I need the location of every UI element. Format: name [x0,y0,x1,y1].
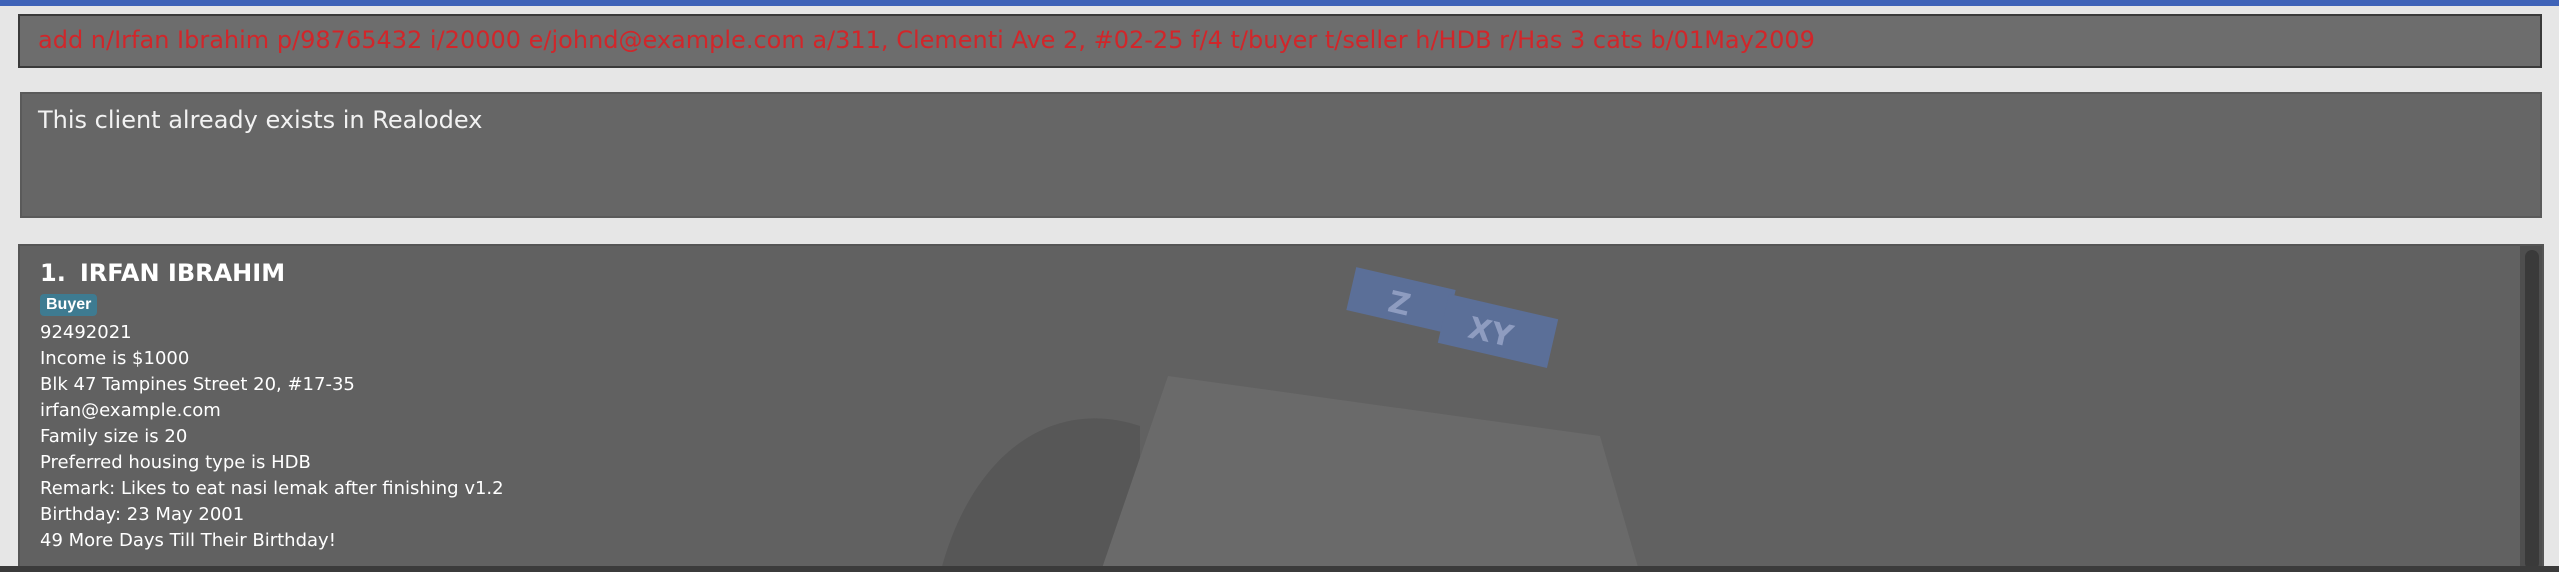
list-scrollbar[interactable] [2520,246,2542,570]
client-birthday: Birthday: 23 May 2001 [40,504,245,525]
client-birthday-countdown: 49 More Days Till Their Birthday! [40,530,336,551]
client-remark: Remark: Likes to eat nasi lemak after fi… [40,478,504,499]
bottom-edge [0,566,2559,572]
command-input[interactable]: add n/Irfan Ibrahim p/98765432 i/20000 e… [38,26,1815,54]
client-name-row: 1. IRFAN IBRAHIM [40,258,504,288]
window-top-accent [0,0,2559,6]
result-display: This client already exists in Realodex [20,92,2542,218]
client-income: Income is $1000 [40,348,190,369]
client-address: Blk 47 Tampines Street 20, #17-35 [40,374,355,395]
client-card[interactable]: 1. IRFAN IBRAHIM Buyer 92492021 Income is… [40,258,504,554]
client-phone: 92492021 [40,322,132,343]
client-family-size: Family size is 20 [40,426,188,447]
client-index: 1. [40,259,66,287]
tag-badge: Buyer [40,294,98,316]
list-scrollbar-thumb[interactable] [2525,250,2539,570]
client-housing-type: Preferred housing type is HDB [40,452,311,473]
client-email: irfan@example.com [40,400,221,421]
client-list-panel[interactable]: Z XY 1. IRFAN IBRAHIM Buyer 92492021 Inco… [18,244,2544,572]
result-message: This client already exists in Realodex [38,106,483,134]
client-name: IRFAN IBRAHIM [79,259,286,287]
command-box[interactable]: add n/Irfan Ibrahim p/98765432 i/20000 e… [18,14,2542,68]
